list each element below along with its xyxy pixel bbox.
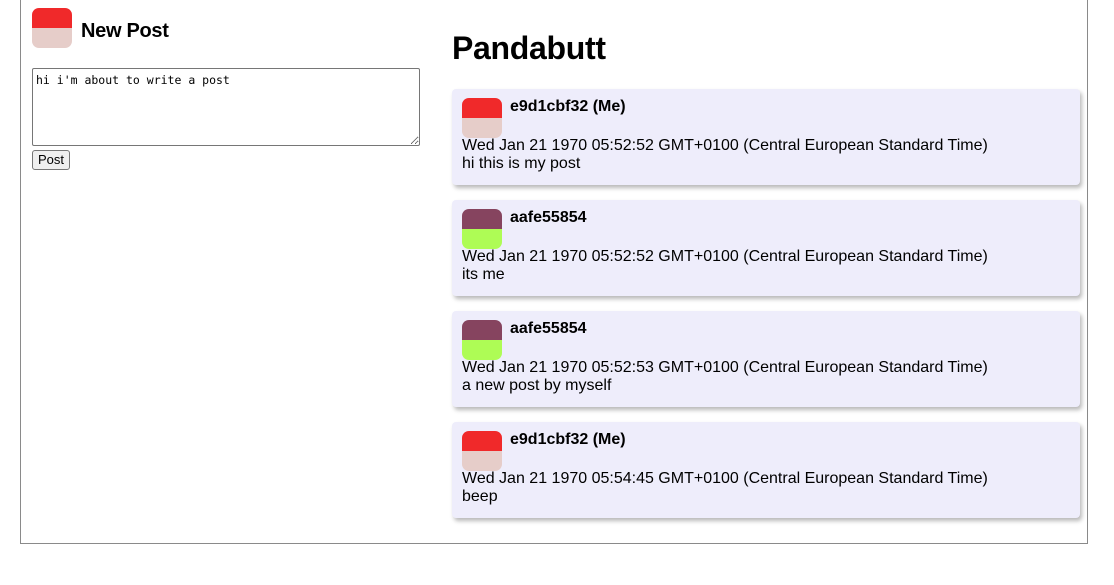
page-title: Pandabutt (452, 30, 606, 66)
post-header: aafe55854 (462, 320, 1070, 360)
post-date: Wed Jan 21 1970 05:52:52 GMT+0100 (Centr… (462, 137, 988, 154)
post-date: Wed Jan 21 1970 05:52:53 GMT+0100 (Centr… (462, 359, 988, 376)
compose-panel: New Post hi i'm about to write a post Po… (32, 8, 420, 170)
post-author: aafe55854 (510, 320, 587, 337)
app-frame: New Post hi i'm about to write a post Po… (20, 0, 1088, 544)
compose-title: New Post (81, 19, 169, 42)
post-card: e9d1cbf32 (Me) Wed Jan 21 1970 05:52:52 … (452, 89, 1080, 185)
avatar-bottom (462, 118, 502, 138)
avatar-top (32, 8, 72, 28)
avatar-top (462, 431, 502, 451)
post-card: aafe55854 Wed Jan 21 1970 05:52:52 GMT+0… (452, 200, 1080, 296)
post-card: e9d1cbf32 (Me) Wed Jan 21 1970 05:54:45 … (452, 422, 1080, 518)
avatar-bottom (462, 229, 502, 249)
avatar-top (462, 209, 502, 229)
avatar-bottom (32, 28, 72, 48)
feed-panel: Pandabutt e9d1cbf32 (Me) Wed Jan 21 1970… (452, 25, 1080, 533)
avatar-top (462, 320, 502, 340)
post-button[interactable]: Post (32, 150, 71, 170)
post-author: e9d1cbf32 (Me) (510, 431, 626, 448)
post-date: Wed Jan 21 1970 05:54:45 GMT+0100 (Centr… (462, 470, 988, 487)
post-body: beep (462, 488, 498, 505)
avatar (462, 431, 502, 471)
post-header: e9d1cbf32 (Me) (462, 431, 1070, 471)
post-feed: e9d1cbf32 (Me) Wed Jan 21 1970 05:52:52 … (452, 89, 1080, 518)
post-body: a new post by myself (462, 377, 612, 394)
avatar (462, 98, 502, 138)
post-body: its me (462, 266, 505, 283)
post-header: aafe55854 (462, 209, 1070, 249)
post-body: hi this is my post (462, 155, 581, 172)
post-author: e9d1cbf32 (Me) (510, 98, 626, 115)
avatar (462, 209, 502, 249)
avatar (462, 320, 502, 360)
post-card: aafe55854 Wed Jan 21 1970 05:52:53 GMT+0… (452, 311, 1080, 407)
post-header: e9d1cbf32 (Me) (462, 98, 1070, 138)
post-date: Wed Jan 21 1970 05:52:52 GMT+0100 (Centr… (462, 248, 988, 265)
compose-header: New Post (32, 8, 420, 48)
post-author: aafe55854 (510, 209, 587, 226)
avatar-bottom (462, 451, 502, 471)
avatar-bottom (462, 340, 502, 360)
post-text-input[interactable]: hi i'm about to write a post (32, 68, 420, 146)
avatar-top (462, 98, 502, 118)
avatar (32, 8, 72, 48)
